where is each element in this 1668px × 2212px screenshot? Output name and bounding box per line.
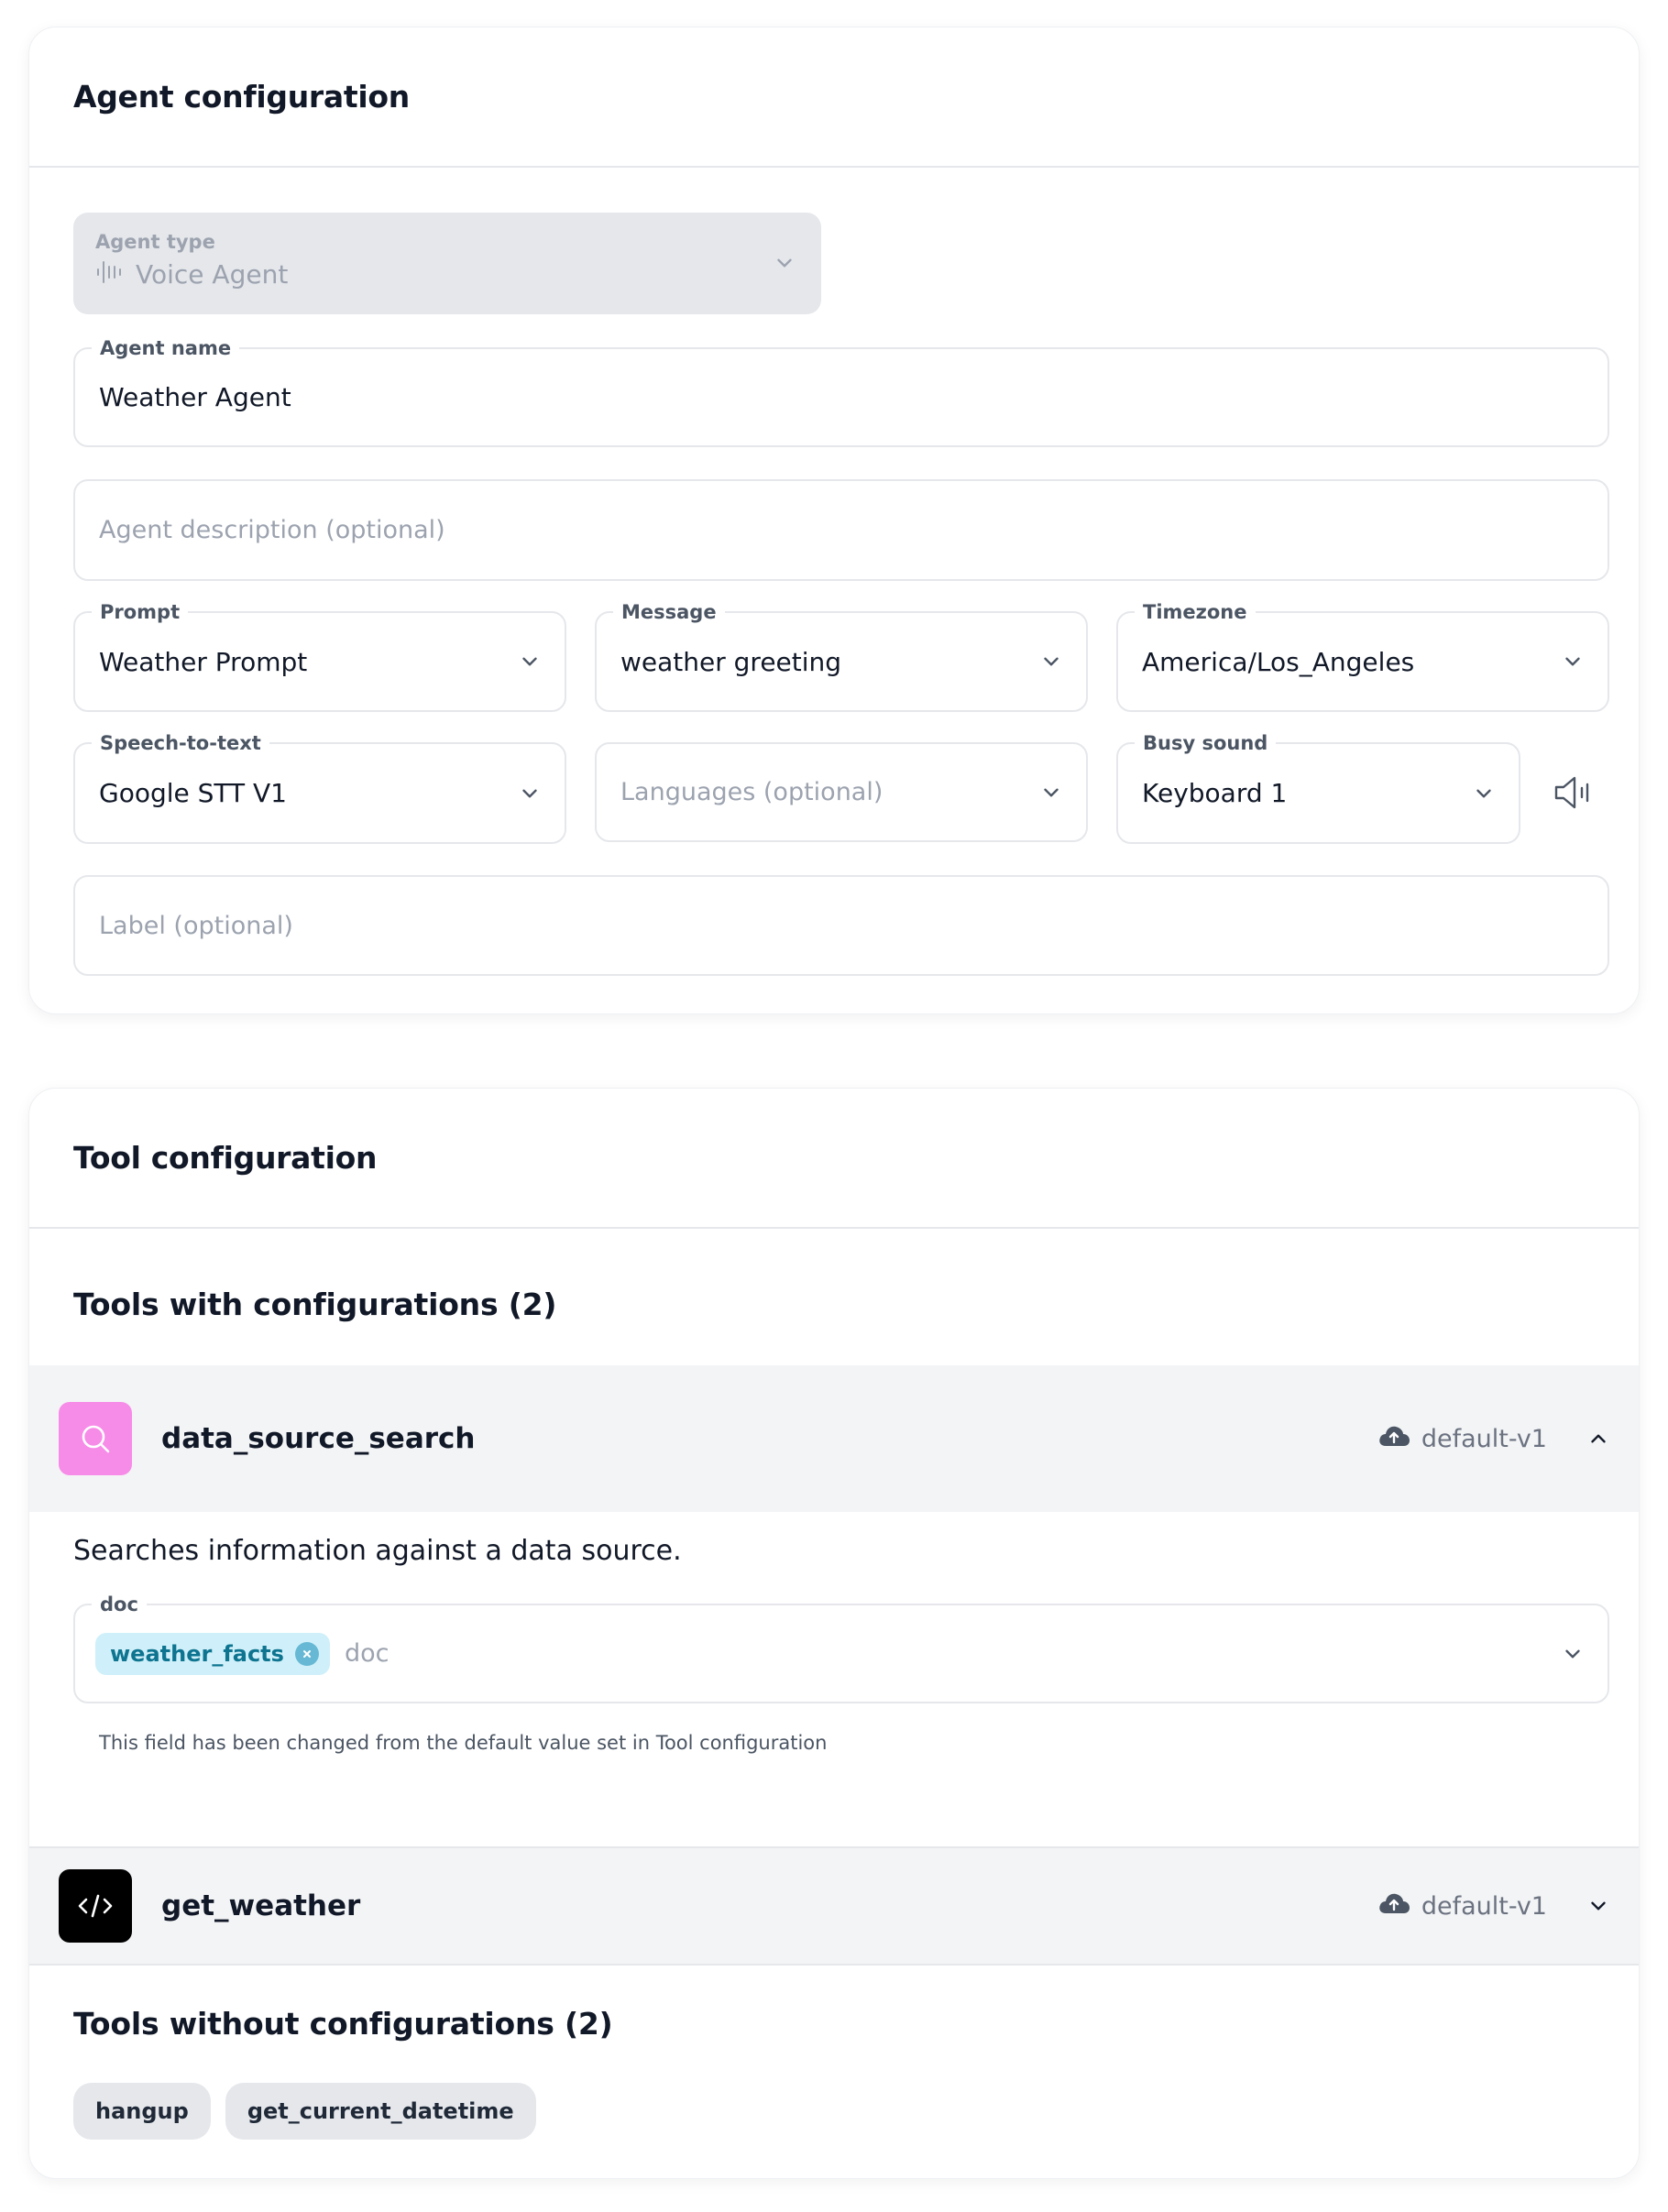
busy-sound-select[interactable]: Busy sound Keyboard 1 (1116, 731, 1520, 844)
label-placeholder: Label (optional) (99, 911, 293, 940)
tool-pill-get-current-datetime[interactable]: get_current_datetime (225, 2083, 536, 2140)
busy-sound-value: Keyboard 1 (1142, 778, 1288, 808)
tools-without-config-list: hangup get_current_datetime (73, 2083, 536, 2140)
agent-name-field[interactable]: Agent name Weather Agent (73, 336, 1609, 447)
speaker-icon[interactable] (1551, 770, 1597, 816)
agent-configuration-header: Agent configuration (29, 27, 1639, 168)
tool-description: Searches information against a data sour… (73, 1535, 682, 1567)
agent-name-value: Weather Agent (99, 382, 291, 412)
message-select[interactable]: Message weather greeting (595, 600, 1088, 712)
tool-configuration-title: Tool configuration (73, 1140, 378, 1176)
chevron-down-icon (1038, 649, 1064, 674)
agent-type-select: Agent type Voice Agent (73, 213, 821, 314)
languages-placeholder: Languages (optional) (620, 778, 883, 806)
prompt-select[interactable]: Prompt Weather Prompt (73, 600, 566, 712)
speech-to-text-label: Speech-to-text (92, 731, 269, 755)
chevron-down-icon (1471, 781, 1497, 806)
tools-with-configurations-title: Tools with configurations (2) (73, 1287, 557, 1322)
doc-placeholder: doc (344, 1639, 390, 1668)
tool-version[interactable]: default-v1 (1377, 1423, 1547, 1455)
timezone-select[interactable]: Timezone America/Los_Angeles (1116, 600, 1609, 712)
agent-configuration-card: Agent configuration Agent type Voice Age… (28, 27, 1640, 1014)
chevron-up-icon[interactable] (1586, 1426, 1611, 1451)
tool-configuration-card: Tool configuration Tools with configurat… (28, 1088, 1640, 2179)
speech-to-text-value: Google STT V1 (99, 778, 287, 808)
tool-name: data_source_search (161, 1422, 476, 1455)
tool-row-data-source-search[interactable]: data_source_search default-v1 (29, 1365, 1639, 1512)
timezone-label: Timezone (1135, 600, 1256, 624)
tool-name: get_weather (161, 1889, 361, 1922)
doc-helper-text: This field has been changed from the def… (99, 1732, 828, 1754)
selected-chip[interactable]: weather_facts (95, 1632, 330, 1675)
speech-to-text-select[interactable]: Speech-to-text Google STT V1 (73, 731, 566, 844)
agent-configuration-title: Agent configuration (73, 79, 410, 115)
tools-without-configurations-title: Tools without configurations (2) (73, 2006, 613, 2042)
prompt-value: Weather Prompt (99, 646, 308, 677)
chevron-down-icon[interactable] (1586, 1893, 1611, 1919)
chevron-down-icon (772, 250, 797, 276)
tool-pill-hangup[interactable]: hangup (73, 2083, 211, 2140)
chip-label: weather_facts (110, 1640, 284, 1667)
chevron-down-icon (517, 781, 543, 806)
timezone-value: America/Los_Angeles (1142, 646, 1415, 677)
tool-version[interactable]: default-v1 (1377, 1890, 1547, 1922)
chevron-down-icon (1560, 649, 1586, 674)
agent-description-placeholder: Agent description (optional) (99, 516, 445, 544)
waveform-icon (95, 258, 123, 290)
chevron-down-icon (1038, 780, 1064, 805)
agent-type-value: Voice Agent (136, 258, 289, 290)
doc-label: doc (92, 1593, 147, 1616)
label-field[interactable]: Label (optional) (73, 875, 1609, 976)
languages-select[interactable]: Languages (optional) (595, 742, 1088, 842)
busy-sound-label: Busy sound (1135, 731, 1277, 755)
tool-version-label: default-v1 (1421, 1891, 1547, 1921)
cloud-upload-icon (1377, 1423, 1410, 1455)
tool-configuration-header: Tool configuration (29, 1089, 1639, 1229)
code-icon (59, 1869, 132, 1943)
cloud-upload-icon (1377, 1890, 1410, 1922)
chevron-down-icon (517, 649, 543, 674)
agent-type-label: Agent type (95, 231, 215, 253)
tool-row-get-weather[interactable]: get_weather default-v1 (29, 1846, 1639, 1966)
close-icon[interactable] (294, 1641, 319, 1666)
message-label: Message (613, 600, 725, 624)
tool-version-label: default-v1 (1421, 1424, 1547, 1453)
agent-name-label: Agent name (92, 336, 240, 360)
message-value: weather greeting (620, 646, 842, 677)
prompt-label: Prompt (92, 600, 189, 624)
search-icon (59, 1402, 132, 1475)
chevron-down-icon (1560, 1641, 1586, 1667)
agent-description-field[interactable]: Agent description (optional) (73, 479, 1609, 581)
doc-select[interactable]: doc weather_facts doc (73, 1593, 1609, 1703)
